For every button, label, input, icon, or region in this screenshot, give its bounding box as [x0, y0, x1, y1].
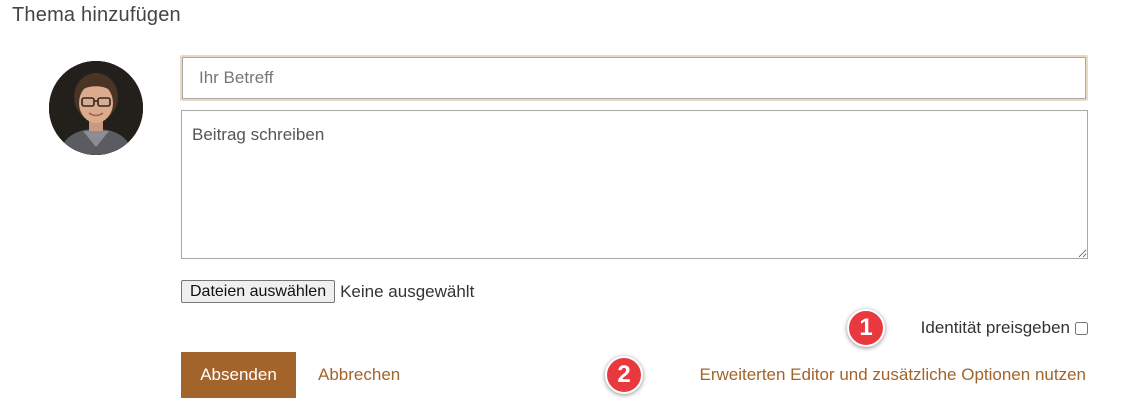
identity-label: Identität preisgeben: [920, 318, 1070, 337]
page-title: Thema hinzufügen: [12, 4, 181, 26]
message-textarea[interactable]: [181, 110, 1088, 259]
advanced-editor-link[interactable]: Erweiterten Editor und zusätzliche Optio…: [699, 365, 1086, 385]
avatar: [49, 61, 143, 155]
identity-option: Identität preisgeben: [921, 318, 1088, 338]
choose-files-button[interactable]: Dateien auswählen: [181, 280, 336, 303]
file-status-text: Keine ausgewählt: [340, 281, 475, 301]
subject-field-wrapper: [180, 55, 1088, 101]
cancel-link[interactable]: Abbrechen: [318, 365, 400, 385]
annotation-badge-1: 1: [847, 309, 885, 347]
annotation-badge-2: 2: [605, 356, 643, 394]
identity-checkbox[interactable]: [1075, 321, 1088, 335]
add-topic-form: Thema hinzufügen Dateien a: [0, 0, 1128, 417]
subject-input[interactable]: [182, 57, 1086, 99]
user-avatar-photo-icon: [49, 61, 143, 155]
submit-button[interactable]: Absenden: [181, 352, 296, 398]
file-upload: Dateien auswählen Keine ausgewählt: [181, 280, 474, 303]
